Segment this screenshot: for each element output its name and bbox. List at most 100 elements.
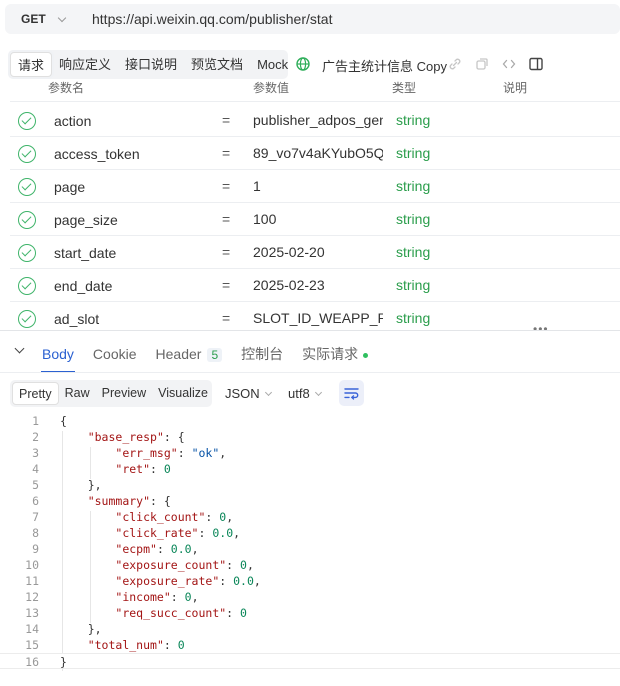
- code-line: 2 "base_resp": {: [0, 429, 620, 445]
- json-key: "exposure_count": [115, 558, 227, 572]
- tab-header[interactable]: Header 5: [156, 346, 223, 362]
- param-name[interactable]: page: [54, 179, 85, 195]
- tab-api-description[interactable]: 接口说明: [118, 52, 184, 77]
- response-body-editor[interactable]: 1{ 2 "base_resp": { 3 "err_msg": "ok", 4…: [0, 413, 620, 671]
- code-line: 14 },: [0, 621, 620, 637]
- code-line: 12 "income": 0,: [0, 589, 620, 605]
- header-param-value: 参数值: [253, 81, 290, 95]
- code-line: 4 "ret": 0: [0, 461, 620, 477]
- tab-mock[interactable]: Mock: [250, 52, 295, 77]
- param-value[interactable]: SLOT_ID_WEAPP_REW: [253, 310, 383, 326]
- url-input[interactable]: https://api.weixin.qq.com/publisher/stat: [92, 11, 332, 27]
- request-tabs: 请求 响应定义 接口说明 预览文档 Mock: [10, 52, 295, 77]
- link-icon[interactable]: [447, 56, 463, 72]
- json-value: 0: [240, 606, 247, 620]
- param-value[interactable]: publisher_adpos_gen: [253, 112, 383, 128]
- param-value[interactable]: 89_vo7v4aKYubO5QI: [253, 145, 383, 161]
- code-line: 13 "req_succ_count": 0: [0, 605, 620, 621]
- json-value: 0: [177, 638, 185, 652]
- method-select[interactable]: GET: [5, 4, 77, 34]
- param-value[interactable]: 2025-02-20: [253, 244, 383, 260]
- word-wrap-button[interactable]: [339, 380, 364, 406]
- tab-console[interactable]: 控制台: [241, 344, 283, 364]
- tab-actual-request-label: 实际请求: [302, 346, 359, 362]
- line-number: 4: [32, 462, 39, 476]
- param-value[interactable]: 2025-02-23: [253, 277, 383, 293]
- param-name[interactable]: ad_slot: [54, 311, 99, 327]
- json-key: "click_rate": [115, 526, 199, 540]
- line-number: 12: [25, 590, 39, 604]
- encoding-select[interactable]: utf8: [288, 386, 322, 401]
- param-type[interactable]: string: [396, 244, 430, 260]
- check-circle-icon[interactable]: [18, 178, 36, 196]
- check-circle-icon[interactable]: [18, 211, 36, 229]
- param-name[interactable]: start_date: [54, 245, 116, 261]
- check-circle-icon[interactable]: [18, 277, 36, 295]
- header-param-desc: 说明: [503, 81, 528, 95]
- line-number: 2: [32, 430, 39, 444]
- check-circle-icon[interactable]: [18, 112, 36, 130]
- tab-header-label: Header: [155, 346, 202, 362]
- tab-pretty[interactable]: Pretty: [12, 382, 59, 405]
- param-value[interactable]: 1: [253, 178, 383, 194]
- encoding-select-value: utf8: [288, 386, 310, 401]
- tab-body[interactable]: Body: [41, 346, 75, 373]
- tab-raw[interactable]: Raw: [59, 382, 96, 405]
- json-key: "income": [115, 590, 171, 604]
- json-key: "total_num": [87, 638, 164, 652]
- format-select[interactable]: JSON: [225, 386, 272, 401]
- json-value: 0: [240, 558, 247, 572]
- param-type[interactable]: string: [396, 310, 430, 326]
- tab-cookie[interactable]: Cookie: [93, 346, 137, 362]
- check-circle-icon[interactable]: [18, 244, 36, 262]
- param-type[interactable]: string: [396, 277, 430, 293]
- tab-preview[interactable]: Preview: [96, 382, 152, 405]
- chevron-down-icon: [264, 388, 272, 396]
- param-type[interactable]: string: [396, 145, 430, 161]
- code-line: 11 "exposure_rate": 0.0,: [0, 573, 620, 589]
- tab-actual-request[interactable]: 实际请求: [302, 344, 369, 364]
- doc-title[interactable]: 广告主统计信息 Copy: [322, 56, 447, 75]
- check-circle-icon[interactable]: [18, 310, 36, 328]
- param-value[interactable]: 100: [253, 211, 383, 227]
- line-number: 5: [32, 478, 39, 492]
- code-icon[interactable]: [501, 56, 517, 72]
- panel-splitter[interactable]: [0, 330, 620, 331]
- param-type[interactable]: string: [396, 112, 430, 128]
- tab-visualize[interactable]: Visualize: [152, 382, 214, 405]
- line-number: 7: [32, 510, 39, 524]
- param-row: end_date = 2025-02-23 string: [10, 269, 620, 302]
- json-key: "ret": [115, 462, 151, 476]
- url-bar[interactable]: GET https://api.weixin.qq.com/publisher/…: [5, 4, 620, 34]
- params-table-header: 参数名 参数值 类型 说明: [10, 80, 620, 102]
- code-line: 7 "click_count": 0,: [0, 509, 620, 525]
- json-key: "ecpm": [115, 542, 157, 556]
- param-type[interactable]: string: [396, 211, 430, 227]
- line-number: 3: [32, 446, 39, 460]
- param-name[interactable]: action: [54, 113, 91, 129]
- param-name[interactable]: end_date: [54, 278, 112, 294]
- code-line: 5 },: [0, 477, 620, 493]
- equals-sign: =: [222, 277, 231, 293]
- json-key: "exposure_rate": [115, 574, 220, 588]
- param-name[interactable]: page_size: [54, 212, 118, 228]
- param-name[interactable]: access_token: [54, 146, 140, 162]
- tab-response-definition[interactable]: 响应定义: [52, 52, 118, 77]
- param-row: action = publisher_adpos_gen string: [10, 104, 620, 137]
- chevron-down-icon[interactable]: [14, 343, 25, 354]
- status-dot-icon: [363, 352, 369, 358]
- method-label: GET: [21, 12, 46, 26]
- tab-request[interactable]: 请求: [10, 52, 53, 77]
- check-circle-icon[interactable]: [18, 145, 36, 163]
- line-number: 14: [25, 622, 39, 636]
- sidebar-layout-icon[interactable]: [528, 56, 544, 72]
- code-line: 3 "err_msg": "ok",: [0, 445, 620, 461]
- param-type[interactable]: string: [396, 178, 430, 194]
- copy-icon[interactable]: [474, 56, 490, 72]
- splitter-handle[interactable]: •••: [533, 322, 549, 336]
- json-key: "req_succ_count": [115, 606, 227, 620]
- equals-sign: =: [222, 178, 231, 194]
- header-param-type: 类型: [392, 81, 417, 95]
- tab-preview-docs[interactable]: 预览文档: [184, 52, 250, 77]
- globe-icon: [296, 57, 310, 71]
